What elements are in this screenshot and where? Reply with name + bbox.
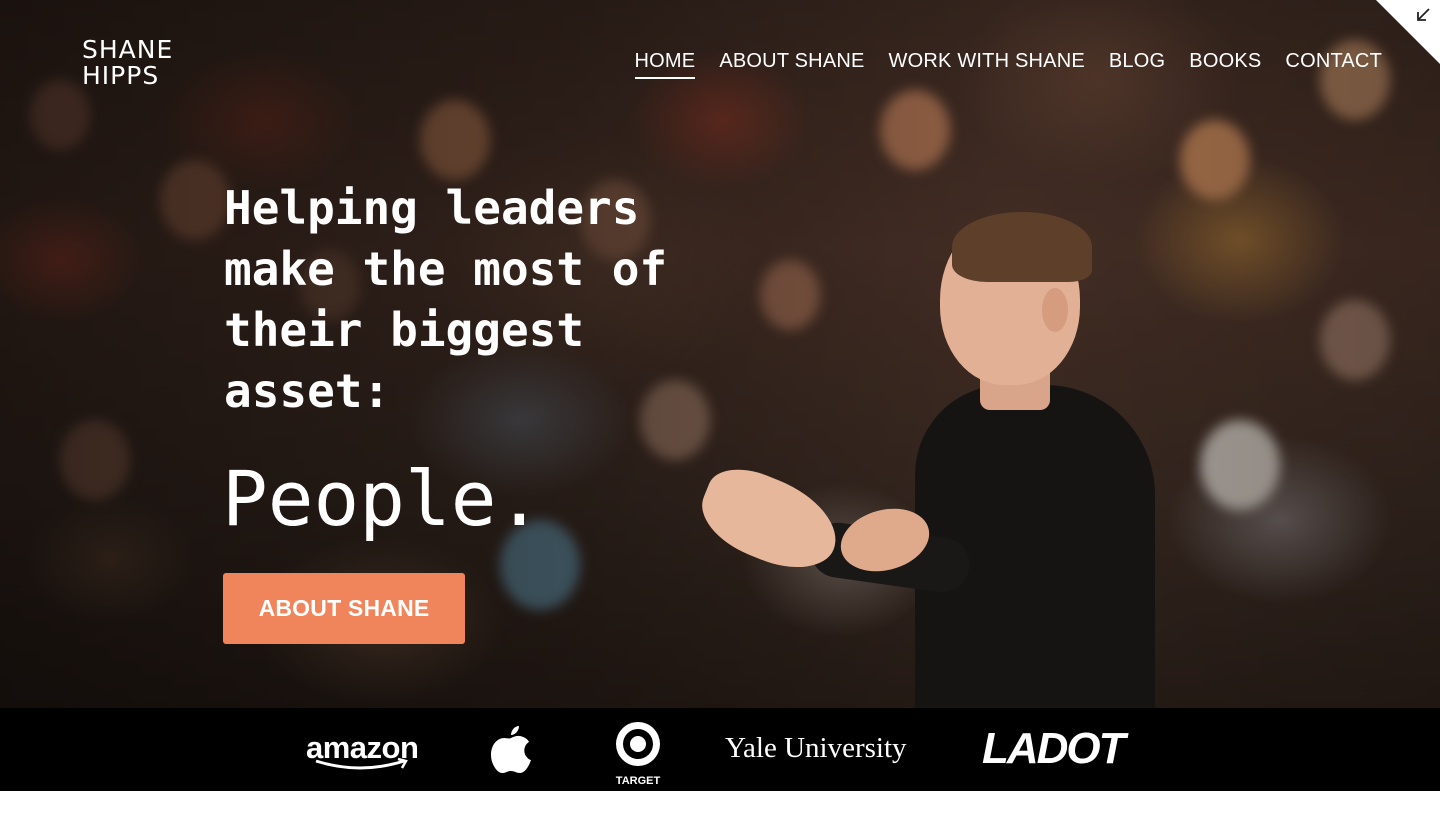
logo-line-1: SHANE — [82, 35, 174, 64]
main-nav: HOME ABOUT SHANE WORK WITH SHANE BLOG BO… — [634, 50, 1382, 79]
site-logo[interactable]: SHANE HIPPS — [82, 37, 173, 89]
headline-line-1: Helping leaders — [224, 181, 640, 235]
apple-logo-icon — [491, 726, 531, 773]
headline-line-3: their biggest — [224, 303, 585, 357]
nav-item-about-shane[interactable]: ABOUT SHANE — [719, 50, 864, 79]
logo-line-2: HIPPS — [82, 61, 160, 90]
target-label: TARGET — [615, 775, 661, 787]
ladot-logo: LADOT — [982, 724, 1126, 773]
nav-item-books[interactable]: BOOKS — [1189, 50, 1261, 79]
nav-item-home[interactable]: HOME — [634, 50, 696, 79]
headline-line-2: make the most of — [224, 242, 668, 296]
amazon-smile-icon — [315, 757, 408, 770]
nav-item-contact[interactable]: CONTACT — [1285, 50, 1382, 79]
target-bullseye-icon — [616, 722, 660, 766]
yale-logo: Yale University — [725, 732, 907, 764]
nav-item-work-with-shane[interactable]: WORK WITH SHANE — [889, 50, 1085, 79]
target-logo: TARGET — [612, 720, 664, 787]
headline-line-4: asset: — [224, 364, 391, 418]
client-logo-bar: amazon TARGET Yale University LADOT — [0, 708, 1440, 791]
hero-headline: Helping leaders make the most of their b… — [224, 178, 724, 422]
nav-item-blog[interactable]: BLOG — [1109, 50, 1165, 79]
speaker-photo — [690, 210, 1170, 708]
hero-emphasis: People. — [222, 454, 543, 543]
collapse-arrow-icon[interactable] — [1414, 6, 1432, 24]
about-shane-button[interactable]: ABOUT SHANE — [223, 573, 465, 644]
